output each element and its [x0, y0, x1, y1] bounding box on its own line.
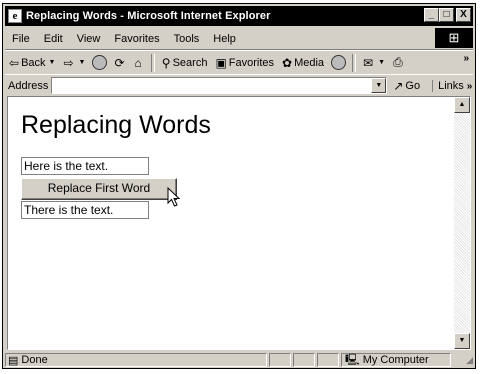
forward-arrow-icon: ⇨	[63, 55, 74, 70]
refresh-button[interactable]: ⟳	[110, 53, 130, 73]
favorites-button[interactable]: ▣ Favorites	[211, 53, 278, 73]
address-input[interactable]: ▼	[51, 77, 388, 94]
toolbar-separator	[150, 53, 155, 72]
menu-file[interactable]: File	[5, 33, 37, 45]
status-bar: ▤ Done 🖳 My Computer ◢	[5, 352, 473, 368]
favorites-label: Favorites	[228, 56, 275, 69]
address-label: Address	[8, 79, 49, 92]
vertical-scrollbar[interactable]: ▲ ▼	[454, 97, 470, 349]
print-icon: ⎙	[393, 55, 403, 69]
scroll-up-icon[interactable]: ▲	[454, 97, 470, 113]
close-button[interactable]: X	[456, 8, 471, 22]
history-icon[interactable]	[331, 55, 347, 70]
toolbar-overflow-icon[interactable]: »	[463, 53, 469, 64]
page-content: Replacing Words Here is the text. Replac…	[8, 97, 454, 349]
scroll-down-icon[interactable]: ▼	[454, 333, 470, 349]
status-text: Done	[21, 354, 48, 366]
forward-dropdown-icon[interactable]: ▼	[79, 59, 86, 66]
page-done-icon: ▤	[8, 354, 19, 367]
standard-toolbar: ⇦ Back ▼ ⇨ ▼ ⟳ ⌂ ⚲ Search ▣ Favorites ✿ …	[5, 50, 473, 75]
resize-grip-icon[interactable]: ◢	[453, 353, 473, 367]
page-viewport: Replacing Words Here is the text. Replac…	[7, 96, 471, 350]
home-button[interactable]: ⌂	[131, 53, 148, 73]
links-button[interactable]: Links»	[432, 79, 473, 92]
menu-view[interactable]: View	[70, 33, 108, 45]
home-icon: ⌂	[134, 55, 142, 70]
refresh-icon: ⟳	[114, 55, 125, 70]
mouse-pointer-icon	[167, 187, 181, 207]
window-controls: _ □ X	[424, 8, 471, 22]
toolbar-separator	[352, 53, 357, 72]
page-title: Replacing Words	[21, 111, 211, 139]
mail-button[interactable]: ✉ ▼	[359, 53, 389, 73]
go-button[interactable]: ↗ Go	[393, 79, 420, 93]
mail-dropdown-icon[interactable]: ▼	[378, 59, 385, 66]
source-text-input[interactable]: Here is the text.	[21, 157, 149, 175]
search-label: Search	[172, 56, 208, 69]
status-pane-empty	[269, 353, 291, 367]
back-dropdown-icon[interactable]: ▼	[49, 59, 56, 66]
menu-favorites[interactable]: Favorites	[107, 33, 166, 45]
back-label: Back	[21, 56, 46, 69]
status-pane-empty	[293, 353, 315, 367]
media-button[interactable]: ✿ Media	[278, 53, 328, 73]
address-dropdown-icon[interactable]: ▼	[371, 78, 387, 93]
go-arrow-icon: ↗	[393, 78, 404, 93]
menu-help[interactable]: Help	[206, 33, 243, 45]
window-title: Replacing Words - Microsoft Internet Exp…	[26, 10, 271, 22]
replace-first-word-button[interactable]: Replace First Word	[21, 178, 177, 200]
menu-edit[interactable]: Edit	[37, 33, 70, 45]
links-label: Links	[438, 79, 464, 92]
favorites-icon: ▣	[215, 55, 227, 70]
menu-tools[interactable]: Tools	[167, 33, 207, 45]
windows-logo-icon: ⊞	[435, 28, 473, 48]
computer-icon: 🖳	[345, 353, 360, 366]
title-bar: e Replacing Words - Microsoft Internet E…	[5, 6, 473, 26]
mail-icon: ✉	[363, 55, 374, 70]
zone-pane: 🖳 My Computer	[341, 353, 451, 367]
maximize-button[interactable]: □	[439, 8, 454, 22]
browser-window: e Replacing Words - Microsoft Internet E…	[2, 3, 476, 369]
ie-icon: e	[8, 9, 22, 23]
forward-button[interactable]: ⇨ ▼	[59, 53, 89, 73]
print-button[interactable]: ⎙	[389, 53, 409, 73]
zone-text: My Computer	[362, 354, 429, 366]
back-button[interactable]: ⇦ Back ▼	[5, 53, 59, 73]
status-pane: ▤ Done	[5, 353, 267, 367]
search-icon: ⚲	[161, 55, 171, 70]
menu-bar: File Edit View Favorites Tools Help ⊞	[5, 28, 473, 50]
search-button[interactable]: ⚲ Search	[158, 53, 212, 73]
media-icon: ✿	[282, 55, 293, 70]
back-arrow-icon: ⇦	[9, 55, 20, 70]
minimize-button[interactable]: _	[424, 8, 439, 22]
stop-icon[interactable]	[92, 55, 108, 70]
go-label: Go	[405, 79, 421, 92]
result-text-input[interactable]: There is the text.	[21, 201, 149, 219]
status-pane-empty	[317, 353, 339, 367]
address-bar: Address ▼ ↗ Go Links»	[5, 74, 473, 96]
media-label: Media	[294, 56, 325, 69]
links-overflow-icon: »	[466, 80, 473, 92]
